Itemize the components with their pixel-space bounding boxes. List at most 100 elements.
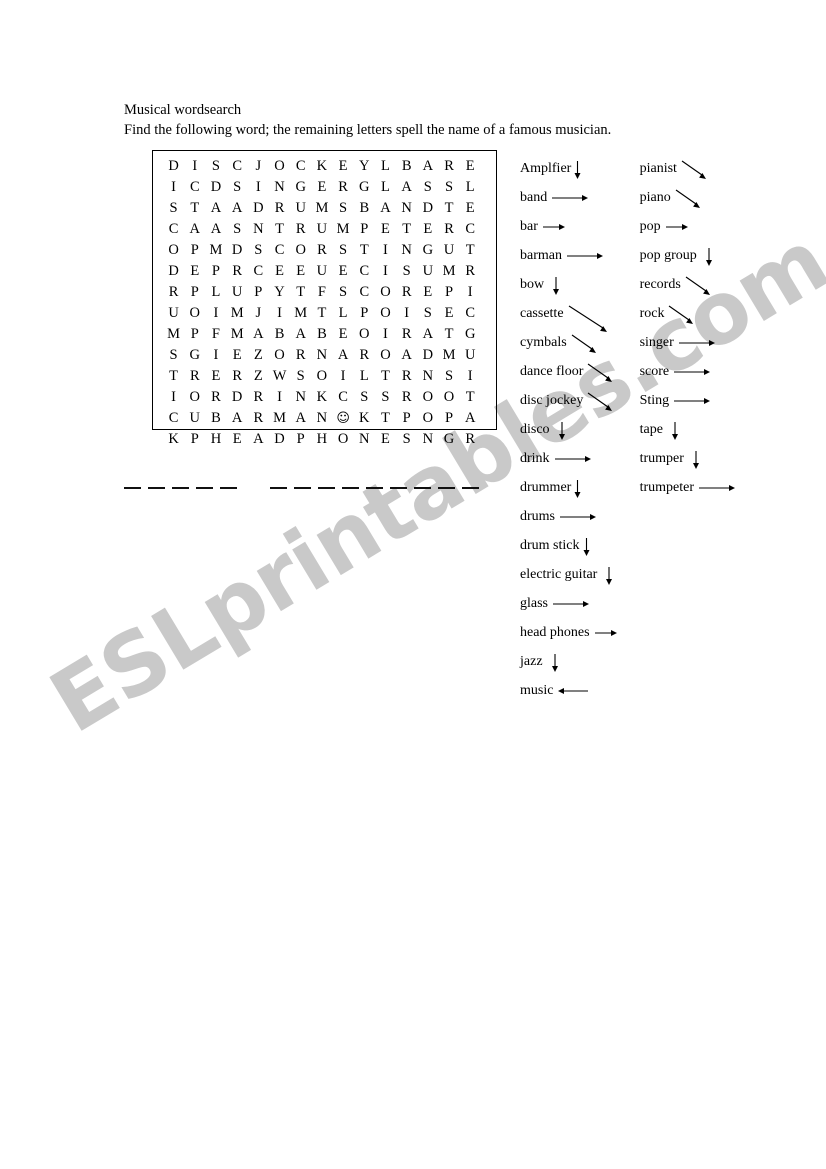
word-list-item[interactable]: Amplfier bbox=[520, 154, 619, 183]
word-list-label: drink bbox=[520, 450, 550, 466]
word-list-item[interactable]: singer bbox=[640, 328, 737, 357]
direction-arrow-right-short-icon bbox=[594, 625, 619, 641]
word-list-item[interactable]: band bbox=[520, 183, 619, 212]
grid-row: RPLUPYTFSCOREPI bbox=[163, 282, 481, 303]
word-list-item[interactable]: disco bbox=[520, 415, 619, 444]
answer-blank[interactable] bbox=[438, 487, 455, 489]
word-list-item[interactable]: drum stick bbox=[520, 531, 619, 560]
grid-cell: E bbox=[296, 263, 306, 279]
answer-blank[interactable] bbox=[220, 487, 237, 489]
word-list-label: drum stick bbox=[520, 537, 580, 553]
grid-cell: S bbox=[423, 179, 432, 195]
word-list-item[interactable]: pop group bbox=[640, 241, 737, 270]
grid-cell: R bbox=[444, 221, 454, 237]
grid-cell: S bbox=[423, 305, 432, 321]
word-list-item[interactable]: pop bbox=[640, 212, 737, 241]
grid-cell: N bbox=[316, 410, 328, 426]
word-list-item[interactable]: jazz bbox=[520, 647, 619, 676]
word-list-item[interactable]: drink bbox=[520, 444, 619, 473]
word-list-item[interactable]: score bbox=[640, 357, 737, 386]
word-list-item[interactable]: drummer bbox=[520, 473, 619, 502]
word-list-item[interactable]: trumper bbox=[640, 444, 737, 473]
word-list-item[interactable]: head phones bbox=[520, 618, 619, 647]
direction-arrow-down-icon bbox=[668, 421, 684, 440]
grid-cell: E bbox=[381, 431, 390, 447]
grid-row: DEPRCEEUECISUMR bbox=[163, 261, 481, 282]
grid-cell: N bbox=[422, 368, 434, 384]
grid-cell: E bbox=[381, 221, 390, 237]
grid-cell: O bbox=[422, 410, 434, 426]
word-list-item[interactable]: disc jockey bbox=[520, 386, 619, 415]
grid-cell: H bbox=[316, 431, 328, 447]
answer-blank[interactable] bbox=[462, 487, 479, 489]
word-list-label: music bbox=[520, 682, 554, 698]
word-list-item[interactable]: glass bbox=[520, 589, 619, 618]
word-list-item[interactable]: bow bbox=[520, 270, 619, 299]
word-list-item[interactable]: rock bbox=[640, 299, 737, 328]
grid-cell: A bbox=[253, 326, 264, 342]
answer-blank[interactable] bbox=[124, 487, 141, 489]
grid-cell: D bbox=[168, 158, 179, 174]
word-list-label: electric guitar bbox=[520, 566, 598, 582]
grid-cell: G bbox=[464, 326, 476, 342]
answer-blank-group-2[interactable] bbox=[270, 487, 486, 489]
grid-cell: S bbox=[254, 242, 263, 258]
grid-cell: S bbox=[233, 221, 242, 237]
word-list-item[interactable]: barman bbox=[520, 241, 619, 270]
direction-arrow-down-icon bbox=[555, 421, 571, 440]
word-list-item[interactable]: drums bbox=[520, 502, 619, 531]
word-list-item[interactable]: electric guitar bbox=[520, 560, 619, 589]
grid-cell: A bbox=[464, 410, 476, 426]
word-list-item[interactable]: pianist bbox=[640, 154, 737, 183]
direction-arrow-right-short-icon bbox=[542, 219, 567, 235]
answer-blank[interactable] bbox=[414, 487, 431, 489]
word-list-item[interactable]: cymbals bbox=[520, 328, 619, 357]
answer-blank[interactable] bbox=[270, 487, 287, 489]
word-list-item[interactable]: music bbox=[520, 676, 619, 705]
answer-blank[interactable] bbox=[390, 487, 407, 489]
answer-blank[interactable] bbox=[318, 487, 335, 489]
grid-cell: U bbox=[168, 305, 179, 321]
grid-cell: S bbox=[169, 200, 178, 216]
grid-cell: E bbox=[190, 263, 200, 279]
answer-blanks[interactable] bbox=[124, 487, 486, 489]
word-list: Amplfier band bar barman bow cassette cymbals d… bbox=[520, 154, 737, 705]
grid-cell: E bbox=[275, 263, 284, 279]
grid-cell: L bbox=[465, 179, 475, 195]
grid-cell: M bbox=[273, 410, 286, 426]
answer-blank[interactable] bbox=[366, 487, 383, 489]
answer-blank[interactable] bbox=[172, 487, 189, 489]
grid-cell: R bbox=[317, 242, 327, 258]
grid-cell: E bbox=[232, 347, 242, 363]
word-list-item[interactable]: piano bbox=[640, 183, 737, 212]
wordsearch-grid: DISCJOCKEYLBAREICDSINGERGLASSLSTAADRUMSB… bbox=[152, 150, 497, 447]
direction-arrow-down-tight-icon bbox=[573, 479, 583, 498]
word-list-item[interactable]: cassette bbox=[520, 299, 619, 332]
word-list-label: disco bbox=[520, 421, 550, 437]
grid-cell: D bbox=[422, 347, 434, 363]
word-list-item[interactable]: dance floor bbox=[520, 357, 619, 386]
grid-cell: B bbox=[401, 158, 412, 174]
grid-cell: O bbox=[359, 326, 370, 342]
grid-row: MPFMABABEOIRATG bbox=[163, 324, 481, 345]
grid-cell: E bbox=[338, 326, 348, 342]
grid-cell: M bbox=[230, 326, 244, 342]
grid-cell: I bbox=[340, 368, 346, 384]
word-list-item[interactable]: tape bbox=[640, 415, 737, 444]
word-list-item[interactable]: records bbox=[640, 270, 737, 299]
word-list-item[interactable]: bar bbox=[520, 212, 619, 241]
answer-blank[interactable] bbox=[342, 487, 359, 489]
word-list-item[interactable]: trumpeter bbox=[640, 473, 737, 502]
answer-blank[interactable] bbox=[148, 487, 165, 489]
grid-cell: E bbox=[423, 284, 433, 300]
grid-cell: M bbox=[209, 242, 223, 258]
direction-arrow-right-icon bbox=[560, 509, 598, 525]
grid-cell: C bbox=[253, 263, 264, 279]
answer-blank[interactable] bbox=[294, 487, 311, 489]
answer-blank[interactable] bbox=[196, 487, 213, 489]
word-list-item[interactable]: Sting bbox=[640, 386, 737, 415]
grid-row: OPMDSCORSTINGUT bbox=[163, 240, 481, 261]
grid-cell: O bbox=[422, 389, 434, 405]
answer-blank-group-1[interactable] bbox=[124, 487, 244, 489]
direction-arrow-left-icon bbox=[558, 683, 590, 699]
